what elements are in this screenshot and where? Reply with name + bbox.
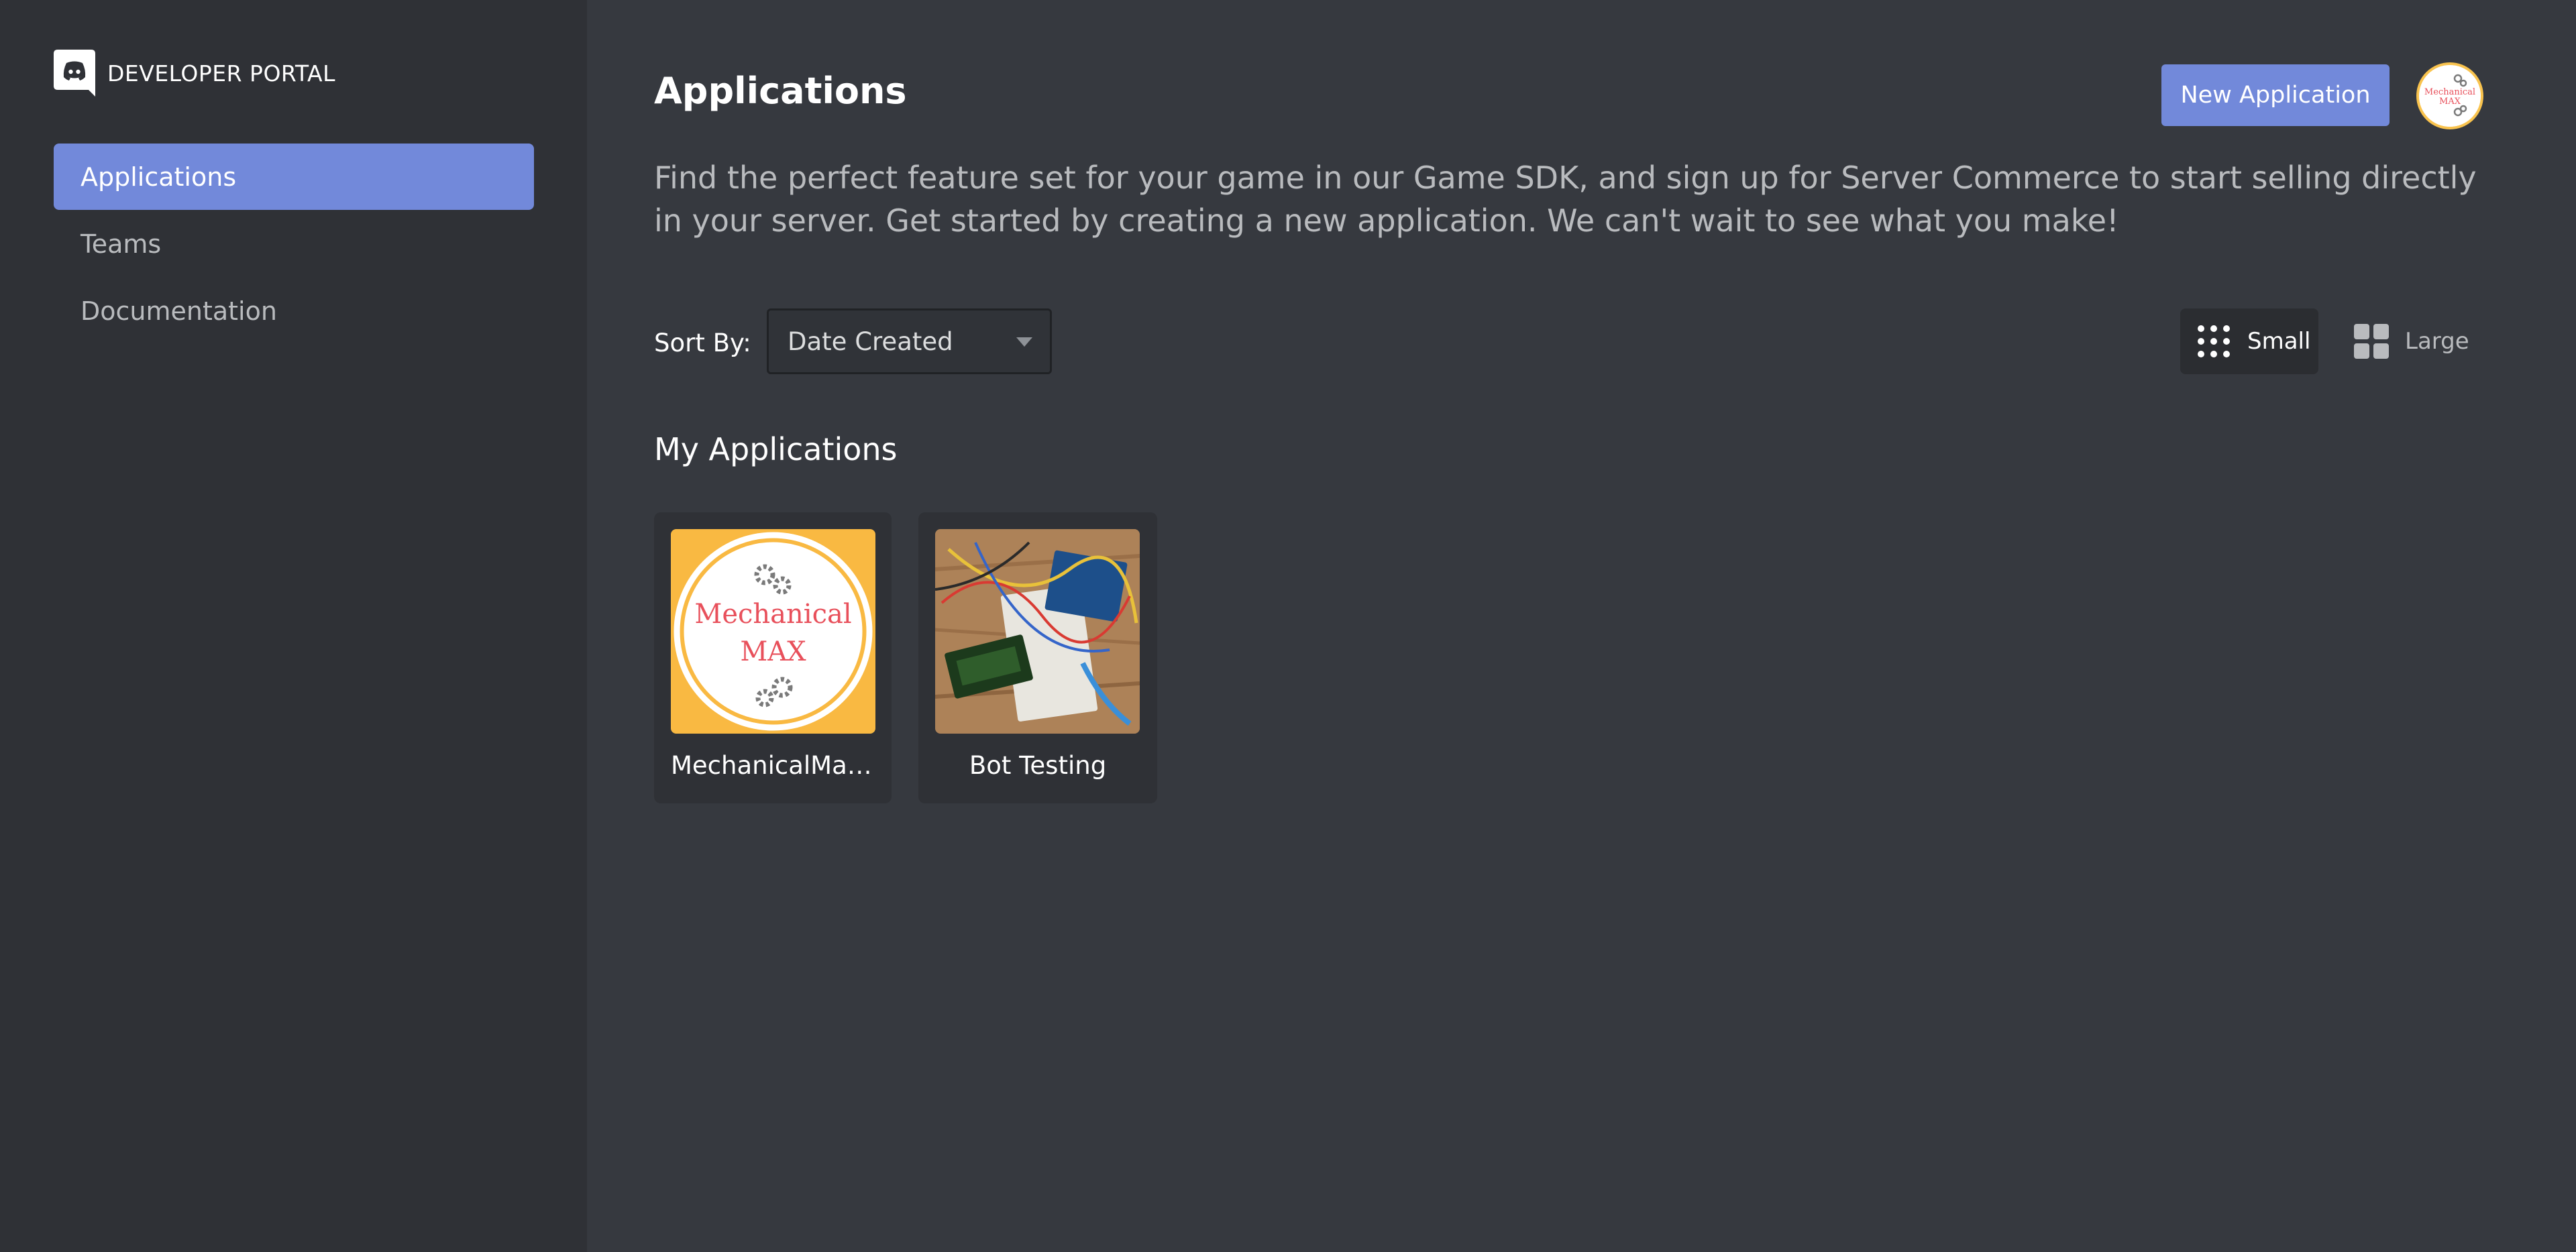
sidebar-item-applications[interactable]: Applications xyxy=(54,144,534,210)
mechanical-max-avatar-icon: Mechanical MAX xyxy=(2419,65,2481,127)
app-icon xyxy=(935,529,1140,734)
avatar[interactable]: Mechanical MAX xyxy=(2416,62,2483,129)
view-small-label: Small xyxy=(2247,328,2311,355)
app-icon: Mechanical MAX xyxy=(671,529,875,734)
app-icon-text-line1: Mechanical xyxy=(694,599,851,630)
section-title: My Applications xyxy=(654,431,898,467)
app-root: DEVELOPER PORTAL Applications Teams Docu… xyxy=(0,0,2576,1252)
brand[interactable]: DEVELOPER PORTAL xyxy=(54,50,533,97)
grid-small-icon xyxy=(2198,325,2230,357)
app-icon-text-line2: MAX xyxy=(740,636,806,667)
avatar-text-line2: MAX xyxy=(2439,97,2461,107)
sidebar-item-label: Documentation xyxy=(80,296,277,326)
page-title: Applications xyxy=(654,70,907,112)
sort-select[interactable]: Date Created xyxy=(767,308,1052,374)
avatar-text-line1: Mechanical xyxy=(2424,87,2475,97)
sidebar-item-documentation[interactable]: Documentation xyxy=(54,278,534,344)
chevron-down-icon xyxy=(1016,337,1032,347)
brand-title: DEVELOPER PORTAL xyxy=(107,60,335,87)
app-name: Bot Testing xyxy=(969,751,1107,780)
view-large-label: Large xyxy=(2405,328,2469,355)
app-name: MechanicalMax... xyxy=(671,751,875,780)
page-description: Find the perfect feature set for your ga… xyxy=(654,160,2477,239)
sidebar-item-label: Applications xyxy=(80,162,237,192)
sidebar-item-teams[interactable]: Teams xyxy=(54,211,534,277)
bot-testing-photo-icon xyxy=(935,529,1140,734)
sidebar-item-label: Teams xyxy=(80,229,162,259)
app-list: Mechanical MAX MechanicalMax... Bot Test… xyxy=(654,512,1184,803)
grid-large-icon xyxy=(2354,324,2389,359)
sort-label: Sort By: xyxy=(654,329,751,357)
sort-selected-value: Date Created xyxy=(788,327,953,356)
toolbar: Sort By: Date Created Small Large xyxy=(654,308,2492,374)
app-card-mechanicalmax[interactable]: Mechanical MAX MechanicalMax... xyxy=(654,512,892,803)
page-header: Applications New Application Mechanical … xyxy=(654,0,2576,239)
view-small-button[interactable]: Small xyxy=(2180,308,2318,374)
mechanical-max-logo-icon: Mechanical MAX xyxy=(671,529,875,734)
sidebar: DEVELOPER PORTAL Applications Teams Docu… xyxy=(0,0,587,1252)
new-application-button[interactable]: New Application xyxy=(2161,64,2390,126)
app-card-bot-testing[interactable]: Bot Testing xyxy=(918,512,1157,803)
discord-logo-icon xyxy=(54,50,95,97)
view-large-button[interactable]: Large xyxy=(2339,308,2473,374)
